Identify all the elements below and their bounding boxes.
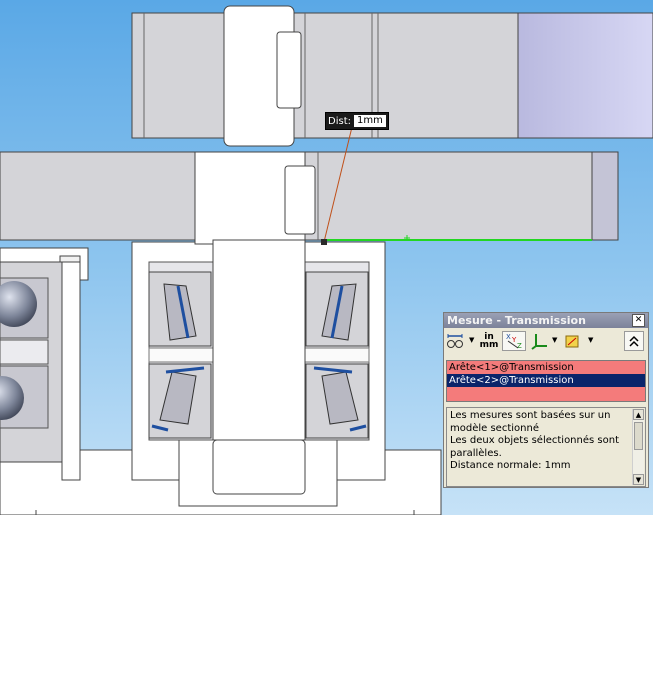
shaft-body[interactable] — [212, 239, 306, 441]
chevron-down-icon[interactable]: ▼ — [552, 336, 557, 344]
measure-dialog-titlebar[interactable]: Mesure - Transmission ✕ — [444, 313, 648, 328]
result-line: Les deux objets sélectionnés sont parall… — [450, 435, 619, 459]
collapse-icon[interactable] — [624, 331, 644, 351]
measure-dialog[interactable]: Mesure - Transmission ✕ ▼ in mm X Y Z ▼ … — [443, 312, 649, 488]
measure-results-text: Les mesures sont basées sur un modèle se… — [450, 410, 632, 473]
results-scrollbar[interactable]: ▲ ▼ — [632, 409, 644, 485]
selection-list[interactable]: Arête<1>@Transmission Arête<2>@Transmiss… — [446, 360, 646, 402]
scroll-down-icon[interactable]: ▼ — [633, 474, 644, 485]
cad-viewport[interactable]: Dist: 1mm Mesure - Transmission ✕ ▼ in m… — [0, 0, 653, 515]
projection-icon[interactable] — [530, 331, 550, 351]
chevron-down-icon[interactable]: ▼ — [469, 336, 474, 344]
selection-item[interactable]: Arête<2>@Transmission — [447, 374, 645, 387]
svg-text:X: X — [506, 333, 511, 341]
measure-callout[interactable]: Dist: 1mm — [325, 112, 389, 130]
close-icon[interactable]: ✕ — [632, 314, 645, 327]
measure-results-box[interactable]: Les mesures sont basées sur un modèle se… — [446, 407, 646, 487]
measure-dialog-title: Mesure - Transmission — [447, 314, 586, 327]
measure-callout-label: Dist: — [328, 115, 351, 127]
measure-callout-value: 1mm — [353, 115, 386, 127]
keyway-lower — [284, 165, 316, 235]
measure-anchor-point[interactable] — [321, 239, 327, 245]
result-line: Les mesures sont basées sur un modèle se… — [450, 410, 611, 434]
selection-item[interactable]: Arête<1>@Transmission — [447, 361, 645, 374]
units-bottom-label: mm — [479, 340, 499, 350]
scroll-up-icon[interactable]: ▲ — [633, 409, 644, 420]
units-precision-icon[interactable]: in mm — [478, 331, 500, 351]
measure-toolbar: ▼ in mm X Y Z ▼ ▼ — [444, 328, 648, 354]
result-line: Distance normale: 1mm — [450, 460, 571, 471]
coordinate-system-icon[interactable] — [562, 331, 582, 351]
chevron-down-icon[interactable]: ▼ — [588, 336, 593, 344]
svg-text:Z: Z — [517, 342, 522, 350]
scroll-thumb[interactable] — [634, 422, 643, 450]
xyz-measure-icon[interactable]: X Y Z — [502, 331, 526, 351]
keyway-upper — [276, 31, 302, 109]
arc-circle-options-icon[interactable] — [446, 331, 464, 351]
